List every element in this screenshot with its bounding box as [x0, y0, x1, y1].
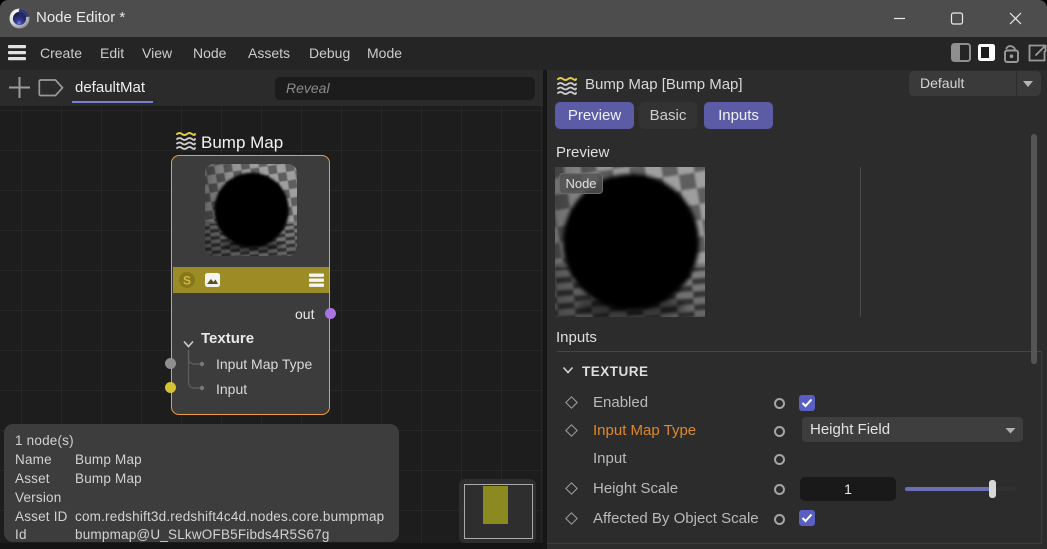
- svg-text:S: S: [183, 273, 191, 287]
